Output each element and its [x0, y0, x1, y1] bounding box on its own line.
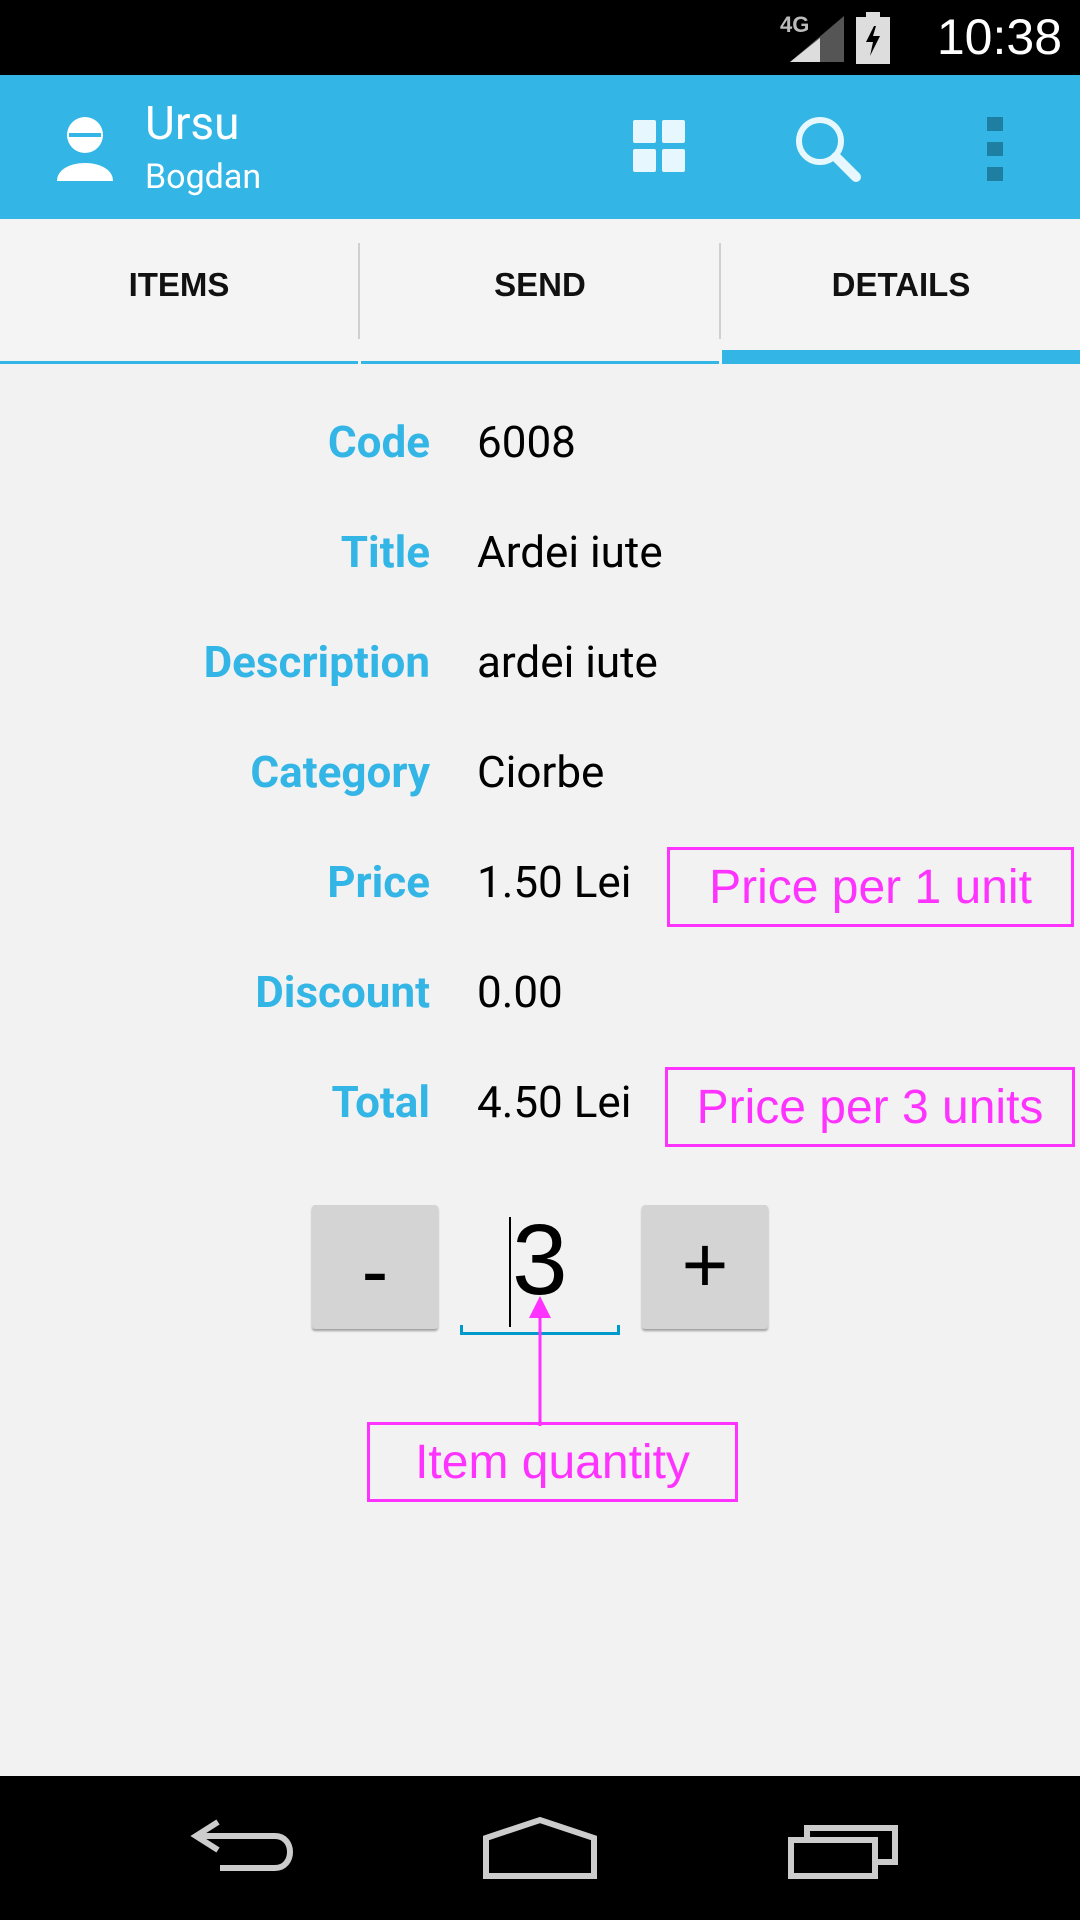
action-bar: Ursu Bogdan [0, 75, 1080, 219]
home-icon[interactable] [480, 1816, 600, 1880]
status-icons: 4G [780, 12, 900, 64]
detail-row-category: Category Ciorbe [0, 722, 1080, 822]
overflow-menu-icon[interactable] [985, 117, 1007, 181]
tab-send-label: SEND [494, 265, 586, 303]
back-icon[interactable] [180, 1816, 300, 1880]
discount-value: 0.00 [477, 966, 563, 1018]
tab-details-indicator [722, 350, 1080, 364]
total-value: 4.50 Lei [477, 1076, 632, 1128]
search-icon[interactable] [792, 113, 862, 183]
tab-send-indicator [361, 361, 719, 364]
tab-items[interactable]: ITEMS [0, 219, 358, 364]
code-value: 6008 [477, 416, 576, 468]
tab-send[interactable]: SEND [361, 219, 719, 364]
tab-divider [719, 243, 721, 339]
grid-view-icon[interactable] [633, 120, 685, 172]
detail-row-title: Title Ardei iute [0, 502, 1080, 602]
category-value: Ciorbe [477, 746, 605, 798]
clock: 10:38 [936, 9, 1062, 65]
annotation-price-total: Price per 3 units [665, 1067, 1075, 1147]
user-last-name: Ursu [145, 97, 240, 151]
navigation-bar [0, 1776, 1080, 1920]
annotation-item-quantity: Item quantity [367, 1422, 738, 1502]
signal-icon [790, 16, 844, 62]
title-value: Ardei iute [477, 526, 663, 578]
decrement-label: - [361, 1226, 389, 1315]
tab-details-label: DETAILS [831, 265, 971, 303]
increment-label: + [681, 1220, 729, 1309]
tab-details[interactable]: DETAILS [722, 219, 1080, 364]
user-first-name: Bogdan [145, 157, 262, 197]
increment-button[interactable]: + [642, 1205, 768, 1329]
tab-bar: ITEMS SEND DETAILS [0, 219, 1080, 364]
user-avatar-icon[interactable] [52, 115, 118, 181]
status-bar: 4G 10:38 [0, 0, 1080, 75]
category-label: Category [250, 746, 430, 798]
description-label: Description [203, 636, 430, 688]
detail-row-code: Code 6008 [0, 392, 1080, 492]
annotation-arrow [529, 1296, 551, 1426]
tab-items-indicator [0, 361, 358, 364]
tab-divider [358, 243, 360, 339]
description-value: ardei iute [477, 636, 658, 688]
discount-label: Discount [255, 966, 430, 1018]
price-value: 1.50 Lei [477, 856, 632, 908]
detail-row-discount: Discount 0.00 [0, 942, 1080, 1042]
recent-apps-icon[interactable] [785, 1816, 905, 1880]
battery-icon [856, 12, 890, 64]
annotation-price-unit: Price per 1 unit [667, 847, 1074, 927]
title-label: Title [340, 526, 430, 578]
text-cursor [509, 1217, 511, 1327]
code-label: Code [327, 416, 430, 468]
total-label: Total [331, 1076, 430, 1128]
decrement-button[interactable]: - [312, 1205, 438, 1329]
price-label: Price [327, 856, 430, 908]
detail-row-description: Description ardei iute [0, 612, 1080, 712]
tab-items-label: ITEMS [128, 265, 230, 303]
